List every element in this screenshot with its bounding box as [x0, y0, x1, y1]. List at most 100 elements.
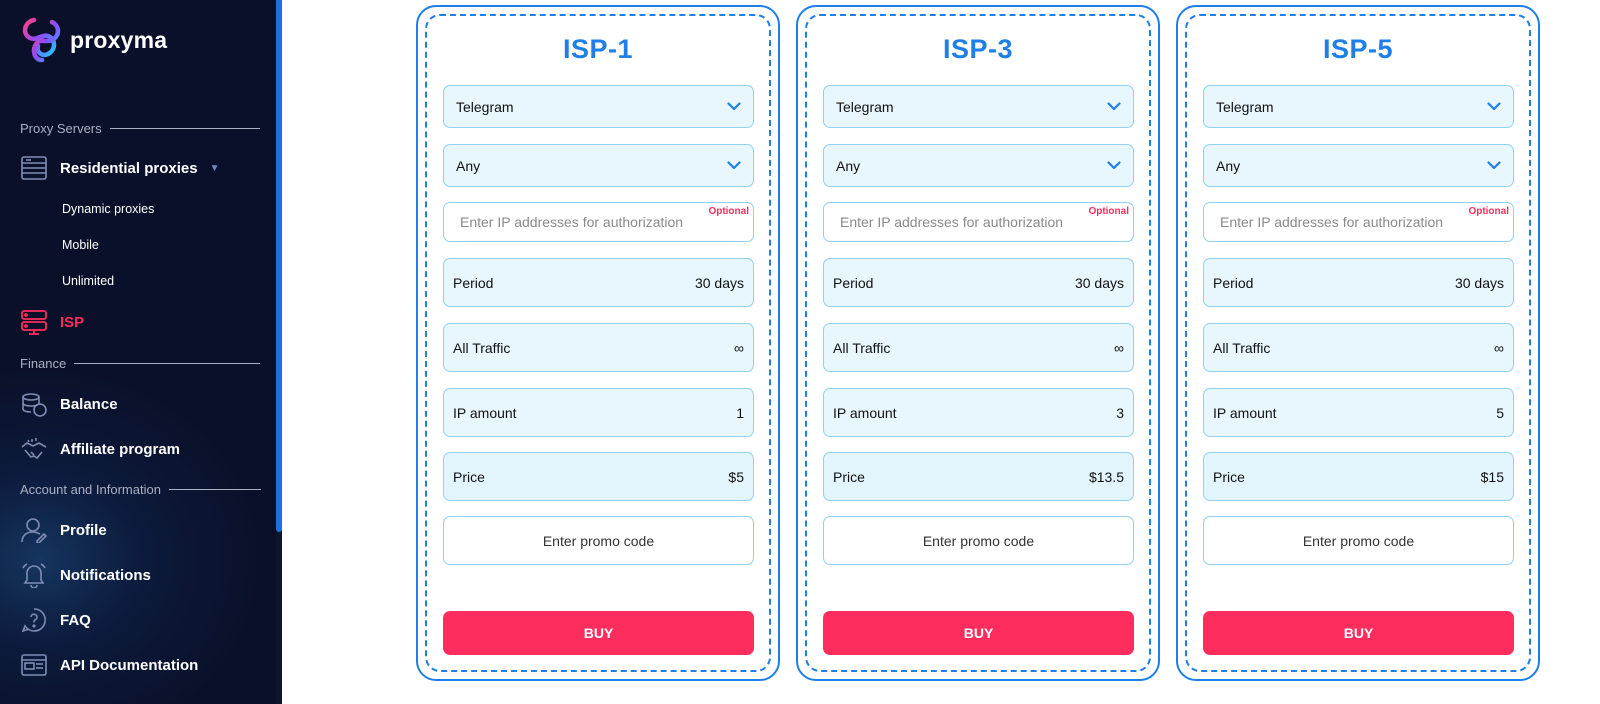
period-label: Period — [1213, 274, 1254, 291]
section-label-proxy-servers: Proxy Servers — [20, 121, 260, 136]
sidebar-item-affiliate-program[interactable]: Affiliate program — [20, 435, 180, 463]
price-value: $5 — [728, 468, 744, 485]
sidebar-item-balance[interactable]: Balance — [20, 390, 118, 418]
price-value: $13.5 — [1088, 468, 1124, 485]
buy-button[interactable]: BUY — [823, 611, 1134, 655]
service-select-value: Telegram — [1216, 98, 1274, 115]
ip-authorization-field[interactable]: Optional — [443, 202, 754, 242]
proxyma-logo-icon — [22, 17, 61, 63]
promo-code-input[interactable] — [824, 532, 1133, 549]
ip-amount-row: IP amount 5 — [1203, 388, 1514, 437]
question-icon — [20, 606, 48, 634]
period-row: Period 30 days — [823, 258, 1134, 307]
chevron-down-icon — [727, 100, 741, 114]
price-label: Price — [453, 468, 485, 485]
plan-title: ISP-3 — [942, 34, 1014, 64]
ip-amount-label: IP amount — [453, 404, 517, 421]
traffic-label: All Traffic — [1213, 339, 1271, 356]
sidebar-item-label: Residential proxies — [60, 159, 198, 177]
service-select[interactable]: Telegram — [443, 85, 754, 128]
service-select[interactable]: Telegram — [1203, 85, 1514, 128]
ip-amount-value: 1 — [736, 404, 744, 421]
service-select[interactable]: Telegram — [823, 85, 1134, 128]
ip-amount-row: IP amount 3 — [823, 388, 1134, 437]
sidebar-item-label: FAQ — [60, 611, 91, 629]
location-select[interactable]: Any — [823, 144, 1134, 187]
traffic-label: All Traffic — [453, 339, 511, 356]
period-label: Period — [453, 274, 494, 291]
sidebar-item-profile[interactable]: Profile — [20, 516, 107, 544]
server-rack-icon — [20, 308, 48, 336]
price-row: Price $15 — [1203, 452, 1514, 501]
chevron-down-icon — [1487, 159, 1501, 173]
section-label-account: Account and Information — [20, 482, 261, 497]
buy-button[interactable]: BUY — [443, 611, 754, 655]
price-label: Price — [1213, 468, 1245, 485]
sidebar-item-notifications[interactable]: Notifications — [20, 561, 151, 589]
service-select-value: Telegram — [456, 98, 514, 115]
coins-icon — [20, 390, 48, 418]
sidebar-item-api-documentation[interactable]: API Documentation — [20, 651, 198, 679]
chevron-down-icon — [1107, 159, 1121, 173]
sidebar-item-label: Balance — [60, 395, 118, 413]
divider — [109, 128, 260, 129]
location-select[interactable]: Any — [1203, 144, 1514, 187]
caret-down-icon[interactable]: ▼ — [210, 163, 220, 174]
ip-authorization-input[interactable] — [460, 214, 737, 230]
period-value: 30 days — [694, 274, 744, 291]
promo-code-input[interactable] — [1204, 532, 1513, 549]
sidebar-item-faq[interactable]: FAQ — [20, 606, 91, 634]
ip-authorization-input[interactable] — [1220, 214, 1497, 230]
plan-card-isp-5: ISP-5 Telegram Any Optional Period 30 da… — [1176, 5, 1540, 681]
ip-authorization-input[interactable] — [840, 214, 1117, 230]
ip-authorization-field[interactable]: Optional — [1203, 202, 1514, 242]
price-row: Price $5 — [443, 452, 754, 501]
traffic-value: ∞ — [1114, 339, 1124, 356]
promo-code-field[interactable] — [443, 516, 754, 565]
promo-code-field[interactable] — [823, 516, 1134, 565]
sidebar-item-isp[interactable]: ISP — [20, 308, 84, 336]
location-select-value: Any — [1216, 157, 1241, 174]
sidebar-subitem-unlimited[interactable]: Unlimited — [62, 274, 114, 288]
traffic-value: ∞ — [734, 339, 744, 356]
traffic-label: All Traffic — [833, 339, 891, 356]
sidebar-item-label: Affiliate program — [60, 440, 181, 458]
ip-amount-value: 5 — [1496, 404, 1504, 421]
sidebar-scrollbar-thumb[interactable] — [276, 0, 282, 532]
section-label-finance: Finance — [20, 356, 261, 371]
ip-amount-row: IP amount 1 — [443, 388, 754, 437]
sidebar-item-label: ISP — [60, 313, 85, 331]
logo[interactable]: proxyma — [20, 16, 167, 64]
period-label: Period — [833, 274, 874, 291]
traffic-value: ∞ — [1494, 339, 1504, 356]
ip-amount-label: IP amount — [1213, 404, 1277, 421]
period-row: Period 30 days — [1203, 258, 1514, 307]
section-title: Finance — [20, 356, 67, 371]
section-title: Proxy Servers — [20, 121, 102, 136]
price-row: Price $13.5 — [823, 452, 1134, 501]
period-row: Period 30 days — [443, 258, 754, 307]
price-value: $15 — [1480, 468, 1504, 485]
sidebar-item-residential-proxies[interactable]: Residential proxies ▼ — [20, 154, 219, 182]
chevron-down-icon — [727, 159, 741, 173]
plan-title: ISP-1 — [562, 34, 634, 64]
ip-amount-value: 3 — [1116, 404, 1124, 421]
plan-card-isp-1: ISP-1 Telegram Any Optional Period 30 da… — [416, 5, 780, 681]
divider — [74, 363, 261, 364]
optional-tag: Optional — [708, 206, 749, 217]
sidebar: proxyma Proxy Servers Residential proxie… — [0, 0, 282, 704]
plan-card-isp-3: ISP-3 Telegram Any Optional Period 30 da… — [796, 5, 1160, 681]
buy-button[interactable]: BUY — [1203, 611, 1514, 655]
promo-code-input[interactable] — [444, 532, 753, 549]
sidebar-subitem-mobile[interactable]: Mobile — [62, 238, 99, 252]
optional-tag: Optional — [1088, 206, 1129, 217]
ip-authorization-field[interactable]: Optional — [823, 202, 1134, 242]
sidebar-subitem-dynamic-proxies[interactable]: Dynamic proxies — [62, 202, 154, 216]
traffic-row: All Traffic ∞ — [443, 323, 754, 372]
sidebar-item-label: API Documentation — [60, 656, 199, 674]
location-select[interactable]: Any — [443, 144, 754, 187]
optional-tag: Optional — [1468, 206, 1509, 217]
bell-icon — [20, 561, 48, 589]
location-select-value: Any — [456, 157, 481, 174]
promo-code-field[interactable] — [1203, 516, 1514, 565]
